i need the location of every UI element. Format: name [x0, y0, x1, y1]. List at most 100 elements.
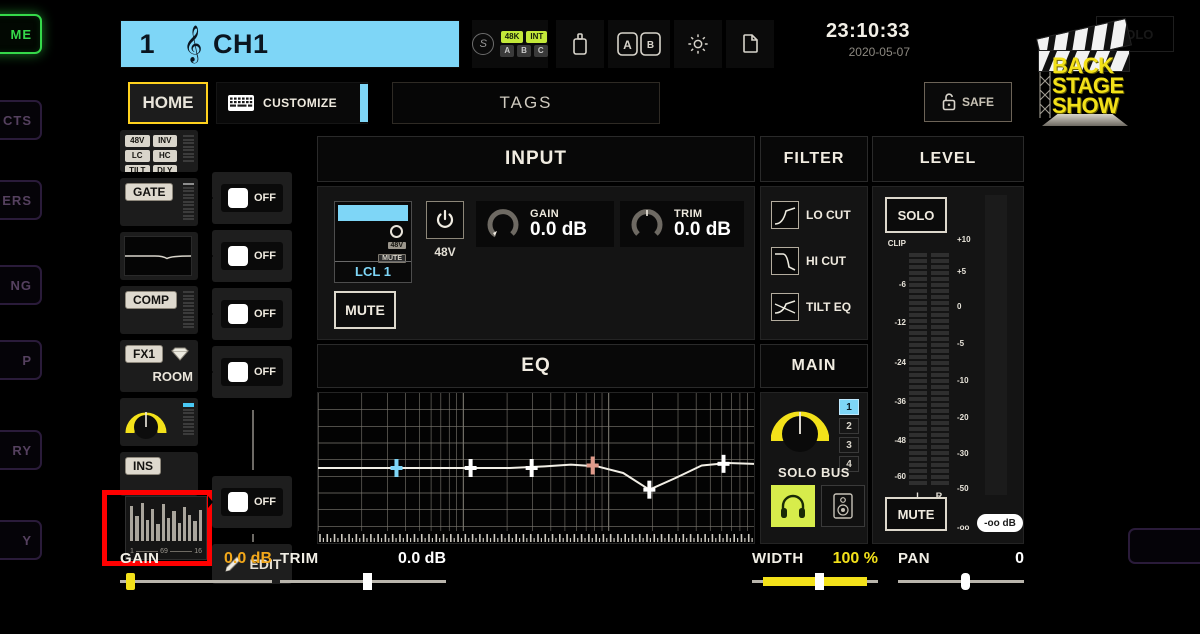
channel-number: 1 [139, 28, 155, 59]
slider-trim-handle[interactable] [363, 573, 372, 590]
trim-knob-cell[interactable]: TRIM 0.0 dB [620, 201, 744, 247]
comp-toggle[interactable]: OFF [208, 288, 292, 340]
slider-gain-handle[interactable] [126, 573, 136, 590]
badge-led-column [183, 135, 194, 162]
gain-knob-cell[interactable]: GAIN 0.0 dB [476, 201, 614, 247]
strip-module-eq[interactable] [120, 232, 198, 280]
left-nav-item-4[interactable]: P [0, 340, 42, 380]
badge-hc[interactable]: HC [152, 150, 177, 162]
sync-icon: S [472, 33, 495, 55]
usb-button[interactable] [556, 20, 604, 68]
gate-toggle[interactable]: OFF [208, 172, 292, 224]
eq-band-marker-3[interactable] [525, 459, 538, 477]
slider-width-track[interactable] [752, 573, 878, 590]
gain-values: GAIN 0.0 dB [530, 208, 587, 241]
bus-button-1[interactable]: 1 [839, 399, 859, 415]
slider-width[interactable]: WIDTH 100 % [752, 550, 878, 602]
level-solo-button[interactable]: SOLO [885, 197, 947, 233]
copy-icon [743, 34, 758, 53]
filter-panel-header: FILTER [760, 136, 868, 182]
badge-dly[interactable]: DLY [152, 165, 177, 172]
home-button[interactable]: HOME [128, 82, 208, 124]
clock-source-chip: INT [526, 31, 548, 43]
gate-label: GATE [125, 183, 174, 201]
slider-pan-handle[interactable] [961, 573, 970, 590]
tilt-eq-button[interactable]: TILT EQ [771, 293, 851, 321]
badge-inv[interactable]: INV [152, 135, 177, 147]
input-mute-button[interactable]: MUTE [334, 291, 396, 329]
slider-trim-label: TRIM [280, 550, 319, 567]
solo-bus-selector[interactable]: 1 2 3 4 [839, 399, 859, 475]
eq-graph[interactable] [317, 392, 755, 544]
eq-band-marker-6[interactable] [717, 454, 730, 473]
badge-tilt[interactable]: TILT [125, 165, 150, 172]
strip-module-comp[interactable]: COMP [120, 286, 198, 334]
backstage-show-logo: BACK STAGE SHOW [1032, 10, 1152, 128]
strip-module-knob[interactable] [120, 398, 198, 446]
left-nav-item-1[interactable]: CTS [0, 100, 42, 140]
sample-rate-chip: 48K [500, 31, 524, 43]
slider-width-handle[interactable] [815, 573, 824, 590]
fader-tick--30: -30 [957, 449, 969, 458]
fx1-toggle[interactable]: OFF [208, 346, 292, 398]
main-level-knob[interactable] [770, 401, 830, 459]
copy-button[interactable] [726, 20, 774, 68]
scene-chip-c[interactable]: C [533, 45, 548, 57]
fader-tick--5: -5 [957, 339, 965, 348]
eq-band-marker-2[interactable] [464, 459, 477, 477]
slider-pan[interactable]: PAN 0 [898, 550, 1024, 602]
input-source-selector[interactable]: 48V MUTE LCL 1 [334, 201, 412, 283]
ab-compare-icon: A B [617, 32, 661, 56]
left-nav-item-5[interactable]: RY [0, 430, 42, 470]
safe-button[interactable]: SAFE [924, 82, 1012, 122]
channel-banner[interactable]: 1 𝄞 CH1 [120, 20, 460, 68]
eq-band-marker-5[interactable] [643, 480, 656, 499]
ab-compare-button[interactable]: A B [608, 20, 670, 68]
eq-band-marker-4[interactable] [586, 456, 599, 475]
hi-cut-button[interactable]: HI CUT [771, 247, 846, 275]
ins-toggle[interactable]: OFF [208, 476, 292, 528]
eq-band-marker-1[interactable] [390, 459, 403, 477]
slider-trim-value: 0.0 dB [397, 550, 446, 567]
settings-button[interactable] [674, 20, 722, 68]
slider-gain-track[interactable] [120, 573, 272, 590]
lo-cut-button[interactable]: LO CUT [771, 201, 851, 229]
badge-48v[interactable]: 48V [125, 135, 150, 147]
left-nav-item-2[interactable]: ERS [0, 180, 42, 220]
scene-chip-b[interactable]: B [517, 45, 531, 57]
left-nav-item-3[interactable]: NG [0, 265, 42, 305]
meter-tick--6: -6 [898, 280, 906, 289]
logo-text: BACK STAGE SHOW [1052, 55, 1124, 117]
meter-tick--24: -24 [894, 358, 906, 367]
right-nav-stub[interactable] [1128, 528, 1200, 564]
strip-module-badges[interactable]: 48V INV LC HC TILT DLY [120, 130, 198, 172]
badge-lc[interactable]: LC [125, 150, 150, 162]
strip-module-gate[interactable]: GATE [120, 178, 198, 226]
slider-trim-track[interactable] [280, 573, 446, 590]
trim-knob[interactable] [630, 207, 664, 241]
sync-status-cell[interactable]: S 48K INT A B C [472, 20, 548, 68]
left-nav-item-6[interactable]: Y [0, 520, 42, 560]
meter-tick--48: -48 [894, 436, 906, 445]
headphones-button[interactable] [771, 485, 815, 527]
customize-button[interactable]: CUSTOMIZE [216, 82, 368, 124]
slider-pan-track[interactable] [898, 573, 1024, 590]
fader-track[interactable] [985, 195, 1007, 495]
meter-tick--60: -60 [894, 472, 906, 481]
slider-trim[interactable]: TRIM 0.0 dB [280, 550, 446, 602]
gain-knob[interactable] [486, 207, 520, 241]
scene-chip-a[interactable]: A [500, 45, 515, 57]
clock-display: 23:10:33 2020-05-07 [826, 20, 910, 68]
bus-button-3[interactable]: 3 [839, 437, 859, 453]
fader-handle[interactable]: -oo dB [977, 514, 1023, 532]
strip-module-fx1[interactable]: FX1 ROOM [120, 340, 198, 392]
left-nav-item-0[interactable]: ME [0, 14, 42, 54]
phantom-power-button[interactable] [426, 201, 464, 239]
speaker-button[interactable] [821, 485, 865, 527]
bus-button-2[interactable]: 2 [839, 418, 859, 434]
level-mute-button[interactable]: MUTE [885, 497, 947, 531]
source-label: LCL 1 [335, 261, 411, 279]
tags-button[interactable]: TAGS [392, 82, 660, 124]
slider-gain[interactable]: GAIN 0.0 dB [120, 550, 272, 602]
eq-toggle[interactable]: OFF [208, 230, 292, 282]
